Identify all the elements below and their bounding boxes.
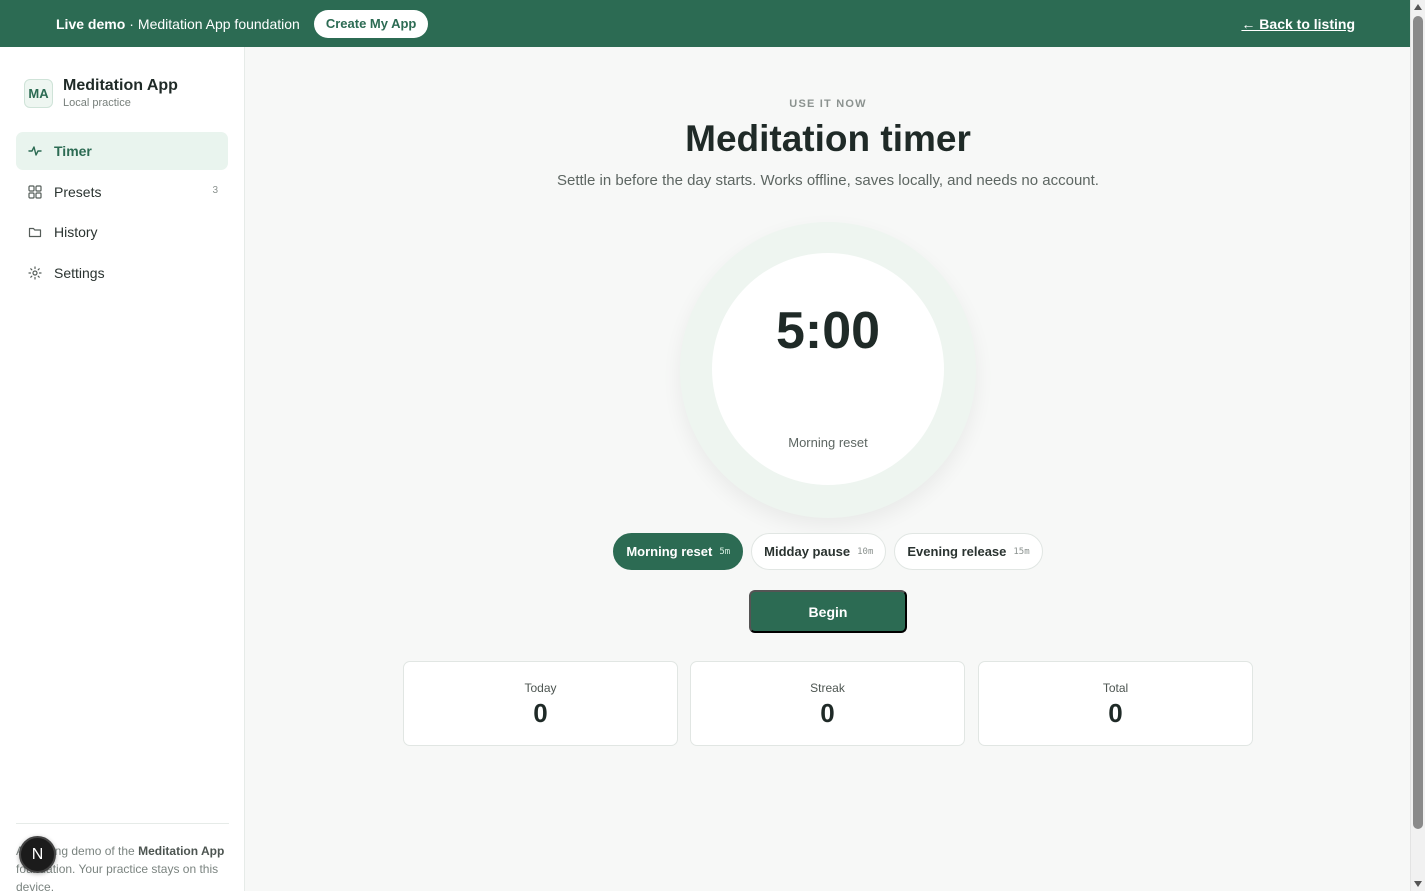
live-demo-label: Live demo [56, 15, 126, 32]
stat-value: 0 [1108, 698, 1123, 728]
preset-chip-evening-release[interactable]: Evening release 15m [894, 533, 1043, 570]
scroll-down-arrow-icon[interactable] [1414, 881, 1422, 887]
page-title: Meditation timer [685, 118, 971, 159]
scroll-up-arrow-icon[interactable] [1414, 4, 1422, 10]
preset-chip-midday-pause[interactable]: Midday pause 10m [751, 533, 887, 570]
preset-selector: Morning reset 5m Midday pause 10m Evenin… [246, 533, 1410, 570]
stat-label: Total [1102, 681, 1129, 695]
sidebar-item-presets[interactable]: Presets 3 [16, 173, 228, 211]
create-my-app-button[interactable]: Create My App [313, 9, 429, 38]
footer-app-name: Meditation App [138, 844, 225, 858]
preset-chip-morning-reset[interactable]: Morning reset 5m [613, 533, 744, 570]
presets-count-badge: 3 [212, 184, 218, 196]
demo-banner: Live demo · Meditation App foundation Cr… [0, 0, 1410, 47]
timer-dial: 5:00 Morning reset [712, 253, 944, 485]
preset-label: Morning reset [626, 544, 713, 559]
stat-card-total: Total 0 [978, 661, 1253, 746]
sidebar-item-label: Presets [54, 183, 102, 200]
dev-tools-badge[interactable]: N [19, 836, 56, 873]
sidebar-item-settings[interactable]: Settings [16, 254, 228, 292]
page-subtitle: Settle in before the day starts. Works o… [557, 172, 1099, 189]
app-subtitle: Local practice [63, 97, 131, 109]
banner-separator: · [129, 15, 134, 32]
preset-label: Midday pause [764, 544, 851, 559]
stat-value: 0 [533, 698, 548, 728]
page-scrollbar[interactable] [1410, 0, 1425, 891]
back-to-listing-link[interactable]: ← Back to listing [1241, 16, 1355, 32]
timer-preset-name: Morning reset [788, 435, 868, 450]
folder-icon [28, 225, 42, 239]
preset-duration: 10m [857, 546, 874, 557]
stat-value: 0 [820, 698, 835, 728]
foundation-text: Meditation App foundation [137, 15, 300, 32]
sidebar-item-label: History [54, 224, 98, 240]
preset-duration: 5m [719, 546, 731, 557]
brand: MA Meditation App Local practice [24, 77, 178, 109]
scrollbar-thumb[interactable] [1413, 16, 1423, 829]
sidebar-item-label: Timer [54, 143, 92, 159]
app-logo: MA [24, 78, 53, 108]
app-name: Meditation App [63, 77, 178, 94]
stat-card-today: Today 0 [403, 661, 678, 746]
timer-display: 5:00 [775, 302, 881, 360]
section-eyebrow: USE IT NOW [789, 98, 867, 110]
sidebar: MA Meditation App Local practice Timer P… [0, 47, 245, 891]
gear-icon [28, 265, 42, 280]
grid-icon [28, 184, 42, 199]
preset-duration: 15m [1013, 546, 1030, 557]
activity-icon [28, 144, 42, 158]
begin-button[interactable]: Begin [749, 590, 907, 633]
preset-label: Evening release [907, 544, 1007, 559]
sidebar-item-history[interactable]: History [16, 213, 228, 251]
sidebar-item-label: Settings [54, 264, 105, 281]
stat-card-streak: Streak 0 [690, 661, 965, 746]
stat-label: Today [524, 681, 557, 695]
sidebar-nav: Timer Presets 3 History Settings [16, 132, 228, 294]
stat-label: Streak [810, 681, 845, 695]
sidebar-item-timer[interactable]: Timer [16, 132, 228, 170]
